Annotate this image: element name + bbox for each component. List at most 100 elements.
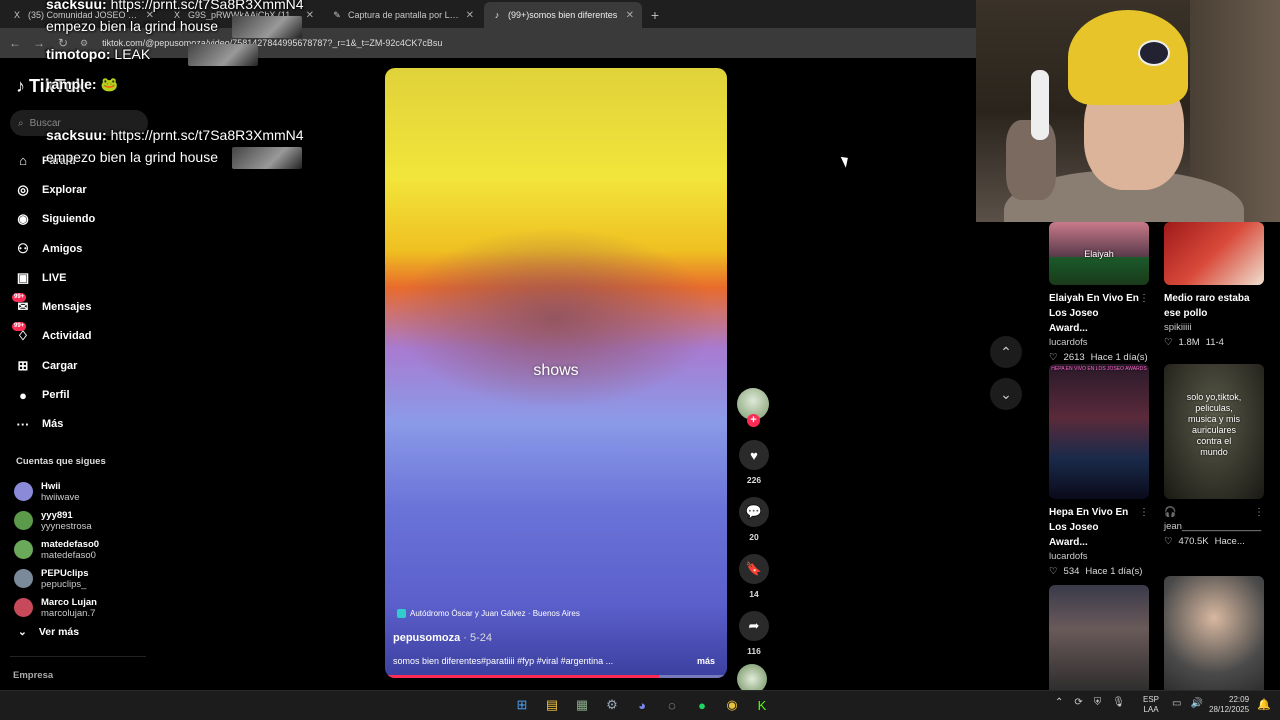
forward-icon[interactable]: →: [32, 36, 46, 50]
following-account[interactable]: Marco Lujan marcolujan.7: [14, 593, 154, 622]
more-options-icon[interactable]: ⋮: [1139, 291, 1149, 336]
rec-card-5[interactable]: [1049, 585, 1149, 690]
rec-author[interactable]: jean_______________: [1164, 521, 1264, 532]
rec-author[interactable]: lucardofs: [1049, 551, 1149, 562]
new-tab-button[interactable]: +: [644, 2, 666, 28]
rec-card-3[interactable]: HEPA EN VIVO EN LOS JOSEO AWARDS Hepa En…: [1049, 364, 1149, 577]
windows-start-icon[interactable]: ⊞: [512, 695, 532, 715]
account-name: yyy891: [41, 509, 73, 521]
save-action[interactable]: 🔖 14: [737, 554, 771, 599]
follow-plus-icon[interactable]: +: [747, 414, 760, 427]
video-location[interactable]: Autódromo Óscar y Juan Gálvez · Buenos A…: [397, 609, 580, 618]
chat-message: empezo bien la grind house: [46, 149, 218, 165]
kick-icon[interactable]: K: [752, 695, 772, 715]
rec-thumbnail[interactable]: [1164, 576, 1264, 690]
shield-icon[interactable]: ⛨: [1094, 697, 1102, 708]
back-icon[interactable]: ←: [8, 36, 22, 50]
chat-message: timotopo: LEAK: [46, 46, 150, 62]
browser-tab[interactable]: ♪ (99+)somos bien diferentes ✕: [484, 2, 642, 28]
chat-message: sacksuu: https://prnt.sc/t7Sa8R3XmmN4: [46, 127, 304, 143]
rec-author[interactable]: lucardofs: [1049, 337, 1149, 348]
discord-icon[interactable]: ◕: [632, 695, 652, 715]
rec-card-2[interactable]: Medio raro estaba ese pollo spikiiiii ♡ 1…: [1164, 222, 1264, 348]
sidebar-item-mensajes[interactable]: ✉ 99+ Mensajes: [12, 292, 154, 321]
see-more-button[interactable]: ⌄ Ver más: [18, 626, 79, 638]
rec-author[interactable]: spikiiiii: [1164, 322, 1264, 333]
sidebar-item-siguiendo[interactable]: ◉ Siguiendo: [14, 205, 154, 234]
video-player[interactable]: shows Autódromo Óscar y Juan Gálvez · Bu…: [385, 68, 727, 678]
sidebar-nav: ⌂ Para ti ◎ Explorar ◉ Siguiendo ⚇ Amigos ▣ LIVE ✉…: [12, 146, 154, 439]
sidebar-item-actividad[interactable]: ♢ 99+ Actividad: [12, 322, 154, 351]
upload-icon: ⊞: [14, 357, 32, 375]
video-progress-bar[interactable]: [385, 675, 727, 678]
heart-icon[interactable]: ♥: [739, 440, 769, 470]
sidebar-item-amigos[interactable]: ⚇ Amigos: [14, 234, 154, 263]
heart-outline-icon: ♡: [1164, 337, 1173, 348]
rec-thumbnail[interactable]: Elaiyah: [1049, 222, 1149, 285]
company-link[interactable]: Empresa: [13, 670, 53, 681]
heart-outline-icon: ♡: [1049, 352, 1058, 363]
more-options-icon[interactable]: ⋮: [1139, 505, 1149, 550]
clock-date: 28/12/2025: [1209, 705, 1250, 714]
rec-thumbnail[interactable]: HEPA EN VIVO EN LOS JOSEO AWARDS: [1049, 364, 1149, 499]
volume-icon: 🔊: [1190, 698, 1203, 709]
sidebar-item-explorar[interactable]: ◎ Explorar: [14, 175, 154, 204]
rec-thumbnail[interactable]: [1049, 585, 1149, 690]
scroll-up-button[interactable]: ⌃: [990, 336, 1022, 368]
system-tray: ⌃ ⟳ ⛨ 🎙: [1055, 697, 1125, 708]
rec-card-1[interactable]: Elaiyah Elaiyah En Vivo En Los Joseo Awa…: [1049, 222, 1149, 363]
like-action[interactable]: ♥ 226: [737, 440, 771, 485]
creator-avatar[interactable]: +: [737, 388, 769, 427]
url-text[interactable]: tiktok.com/@pepusomoza/video/75814278449…: [102, 38, 442, 48]
chat-text: 🐸: [100, 76, 118, 92]
share-action[interactable]: ➦ 116: [737, 611, 771, 656]
file-explorer-icon[interactable]: ▤: [542, 695, 562, 715]
sync-icon[interactable]: ⟳: [1074, 697, 1082, 708]
more-button[interactable]: más: [697, 656, 715, 666]
rec-thumbnail[interactable]: [1164, 222, 1264, 285]
browser-tab[interactable]: ✎ Captura de pantalla por Lightshot ✕: [324, 2, 482, 28]
tab-title: Captura de pantalla por Lightshot: [348, 10, 460, 20]
rec-thumbnail[interactable]: solo yo,tiktok, peliculas, musica y mis …: [1164, 364, 1264, 499]
notification-bell-icon[interactable]: 🔔: [1257, 698, 1271, 711]
rec-title: Hepa En Vivo En Los Joseo Award... ⋮: [1049, 505, 1149, 550]
close-icon[interactable]: ✕: [626, 10, 634, 21]
video-author[interactable]: pepusomoza · 5-24: [393, 632, 492, 644]
more-options-icon[interactable]: ⋮: [1254, 505, 1264, 520]
scroll-down-button[interactable]: ⌄: [990, 378, 1022, 410]
bookmark-icon[interactable]: 🔖: [739, 554, 769, 584]
language-indicator[interactable]: ESP LAA: [1143, 695, 1159, 715]
share-icon[interactable]: ➦: [739, 611, 769, 641]
clock[interactable]: 22:09 28/12/2025: [1209, 695, 1249, 715]
app-icon[interactable]: ▦: [572, 695, 592, 715]
sidebar-item-perfil[interactable]: ● Perfil: [14, 380, 154, 409]
following-account[interactable]: matedefaso0 matedefaso0: [14, 535, 154, 564]
following-account[interactable]: yyy891 yyynestrosa: [14, 506, 154, 535]
sidebar-item-cargar[interactable]: ⊞ Cargar: [14, 351, 154, 380]
rec-card-6[interactable]: [1164, 576, 1264, 690]
profile-icon: ●: [14, 386, 32, 404]
avatar: [14, 540, 33, 559]
chevron-up-icon[interactable]: ⌃: [1055, 697, 1063, 708]
following-account[interactable]: PEPUclips pepuclips_: [14, 564, 154, 593]
chat-username: sacksuu:: [46, 127, 107, 143]
close-icon[interactable]: ✕: [466, 10, 474, 21]
rec-card-4[interactable]: solo yo,tiktok, peliculas, musica y mis …: [1164, 364, 1264, 547]
chrome-icon[interactable]: ◉: [722, 695, 742, 715]
nav-glyph: ⊞: [17, 357, 29, 373]
comment-action[interactable]: 💬 20: [737, 497, 771, 542]
steam-icon[interactable]: ⚙: [602, 695, 622, 715]
nav-label: Explorar: [42, 183, 87, 196]
obs-icon[interactable]: ◌: [662, 695, 682, 715]
close-icon[interactable]: ✕: [306, 10, 314, 21]
tray-status[interactable]: ▭ 🔊: [1172, 698, 1203, 709]
rec-meta: ♡ 470.5K Hace...: [1164, 536, 1264, 547]
sidebar-item-live[interactable]: ▣ LIVE: [14, 263, 154, 292]
compass-icon: ◎: [14, 181, 32, 199]
microphone-icon[interactable]: 🎙: [1112, 697, 1125, 708]
comment-icon[interactable]: 💬: [739, 497, 769, 527]
following-account[interactable]: Hwii hwiiwave: [14, 477, 154, 506]
sidebar-item-más[interactable]: ··· Más: [14, 410, 154, 439]
tab-favicon-icon: X: [13, 10, 20, 20]
spotify-icon[interactable]: ●: [692, 695, 712, 715]
